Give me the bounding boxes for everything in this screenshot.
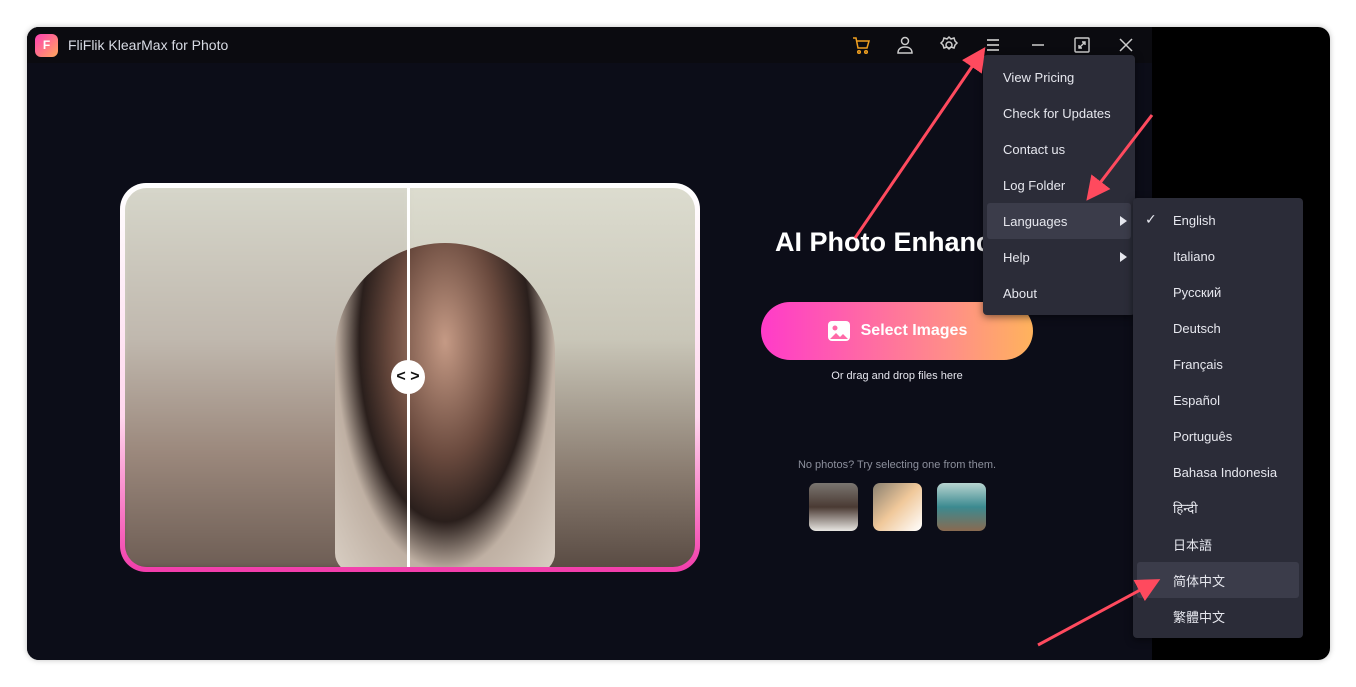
menu-label: View Pricing — [1003, 69, 1075, 85]
select-images-label: Select Images — [860, 322, 968, 339]
language-label: Italiano — [1173, 248, 1215, 264]
minimize-icon[interactable] — [1026, 33, 1050, 57]
language-option[interactable]: 繁體中文 — [1137, 598, 1299, 634]
main-menu: View Pricing Check for Updates Contact u… — [983, 55, 1135, 315]
language-option[interactable]: हिन्दी — [1137, 490, 1299, 526]
language-label: Bahasa Indonesia — [1173, 464, 1278, 480]
check-icon: ✓ — [1145, 211, 1157, 227]
menu-label: Help — [1003, 249, 1030, 265]
language-option[interactable]: Deutsch — [1137, 310, 1299, 346]
menu-icon[interactable] — [981, 33, 1005, 57]
language-label: Deutsch — [1173, 320, 1221, 336]
language-option[interactable]: Italiano — [1137, 238, 1299, 274]
language-label: Русский — [1173, 284, 1222, 300]
language-label: Português — [1173, 428, 1233, 444]
menu-label: Check for Updates — [1003, 105, 1111, 121]
settings-icon[interactable] — [937, 33, 961, 57]
sample-label: No photos? Try selecting one from them. — [797, 459, 997, 471]
user-icon[interactable] — [893, 33, 917, 57]
language-label: हिन्दी — [1173, 501, 1198, 516]
language-option[interactable]: 日本語 — [1137, 526, 1299, 562]
before-after-preview: < > — [120, 183, 700, 572]
app-logo: F — [35, 33, 58, 57]
language-label: 日本語 — [1173, 537, 1213, 553]
language-option[interactable]: 简体中文 — [1137, 562, 1299, 598]
sample-thumb-cat[interactable] — [873, 483, 922, 531]
language-label: Español — [1173, 392, 1220, 408]
menu-label: Contact us — [1003, 141, 1066, 157]
submenu-arrow-icon — [1120, 252, 1127, 262]
menu-label: About — [1003, 285, 1037, 301]
menu-item-check-updates[interactable]: Check for Updates — [987, 95, 1131, 131]
portrait-figure — [335, 243, 555, 567]
language-option[interactable]: ✓ English — [1137, 202, 1299, 238]
language-label: 简体中文 — [1173, 573, 1226, 589]
sample-thumb-woman[interactable] — [809, 483, 858, 531]
menu-item-about[interactable]: About — [987, 275, 1131, 311]
image-icon — [827, 321, 850, 341]
sample-thumb-lake[interactable] — [937, 483, 986, 531]
drag-drop-hint: Or drag and drop files here — [831, 370, 963, 382]
language-option[interactable]: Русский — [1137, 274, 1299, 310]
cart-icon[interactable] — [849, 33, 873, 57]
submenu-arrow-icon — [1120, 216, 1127, 226]
menu-item-help[interactable]: Help — [987, 239, 1131, 275]
sample-photo: < > — [125, 188, 695, 567]
language-option[interactable]: Español — [1137, 382, 1299, 418]
compare-handle[interactable]: < > — [391, 360, 425, 394]
menu-label: Log Folder — [1003, 177, 1066, 193]
menu-item-languages[interactable]: Languages — [987, 203, 1131, 239]
language-option[interactable]: Bahasa Indonesia — [1137, 454, 1299, 490]
close-icon[interactable] — [1114, 33, 1138, 57]
menu-label: Languages — [1003, 213, 1068, 229]
languages-submenu: ✓ English Italiano Русский Deutsch Français Es… — [1133, 198, 1303, 638]
menu-item-contact-us[interactable]: Contact us — [987, 131, 1131, 167]
menu-item-view-pricing[interactable]: View Pricing — [987, 59, 1131, 95]
maximize-icon[interactable] — [1070, 33, 1094, 57]
language-option[interactable]: Français — [1137, 346, 1299, 382]
language-option[interactable]: Português — [1137, 418, 1299, 454]
language-label: English — [1173, 212, 1216, 228]
app-title: FliFlik KlearMax for Photo — [68, 37, 229, 53]
language-label: Français — [1173, 356, 1223, 372]
menu-item-log-folder[interactable]: Log Folder — [987, 167, 1131, 203]
headline: AI Photo Enhanc — [775, 227, 991, 257]
language-label: 繁體中文 — [1173, 609, 1226, 625]
